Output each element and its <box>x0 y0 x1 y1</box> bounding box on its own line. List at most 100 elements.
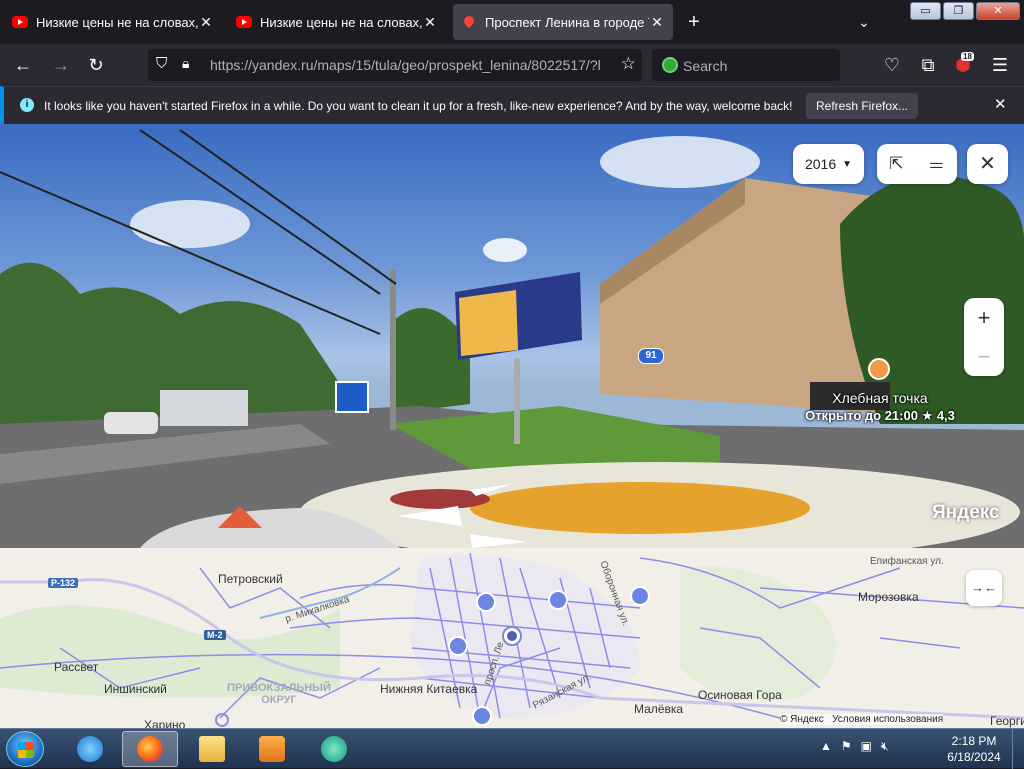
tab-title: Низкие цены не на словах, а н <box>36 14 198 30</box>
road-badge: 91 <box>638 348 664 364</box>
flag-icon[interactable]: ⚑ <box>841 739 852 754</box>
close-tab-icon[interactable]: ✕ <box>649 14 665 31</box>
tab-youtube-2[interactable]: Низкие цены не на словах, а н ✕ <box>228 4 446 40</box>
url-bar[interactable]: ⛉ 🔒︎ https://yandex.ru/maps/15/tula/geo/… <box>148 49 642 81</box>
close-window-button[interactable]: ✕ <box>976 2 1020 20</box>
search-engine-icon[interactable] <box>662 57 678 73</box>
tab-youtube-1[interactable]: Низкие цены не на словах, а н ✕ <box>4 4 222 40</box>
terms-link[interactable]: Условия использования <box>832 714 943 725</box>
list-all-tabs-button[interactable]: ⌄ <box>852 10 876 34</box>
cloud <box>130 200 250 248</box>
map-label-petrovsky: Петровский <box>218 572 283 586</box>
search-bar[interactable]: Search <box>652 49 840 81</box>
navigation-toolbar: ← → ↻ ⛉ 🔒︎ https://yandex.ru/maps/15/tul… <box>0 44 1024 86</box>
road-shield-m2: М-2 <box>204 630 226 640</box>
minimize-button[interactable]: ▭ <box>910 2 941 20</box>
menu-icon[interactable]: ☰ <box>987 52 1013 78</box>
cloud <box>483 238 527 262</box>
folder-icon <box>199 736 225 762</box>
panorama-actions: ⇱ ＝ <box>877 144 957 184</box>
street-panorama[interactable]: 2016 ▼ ⇱ ＝ ✕ + − 91 Хлебная точка Открыт… <box>0 124 1024 548</box>
close-tab-icon[interactable]: ✕ <box>422 14 438 31</box>
volume-muted-icon[interactable]: 🔇︎ <box>881 739 889 754</box>
info-icon: i <box>20 98 34 112</box>
mini-map[interactable]: Петровский Рассвет Иншинский Харино ПРИВ… <box>0 548 1024 728</box>
district-line-2: ОКРУГ <box>261 694 297 706</box>
billboard-pole <box>514 358 520 444</box>
map-label-morozovka: Морозовка <box>858 590 919 604</box>
poi-name[interactable]: Хлебная точка <box>800 390 960 406</box>
bus <box>160 390 248 426</box>
car <box>104 412 158 434</box>
pedestrian-sign <box>335 381 369 413</box>
system-clock[interactable]: 2:18 PM 6/18/2024 <box>944 733 1004 765</box>
start-button[interactable] <box>6 731 44 767</box>
windows-logo-icon <box>18 742 34 758</box>
tab-bar: Низкие цены не на словах, а н ✕ Низкие ц… <box>0 0 1024 44</box>
extensions-icon[interactable]: ⧉ <box>915 52 941 78</box>
flowers-orange <box>470 482 810 534</box>
copyright-text[interactable]: © Яндекс <box>780 714 824 725</box>
taskbar-explorer[interactable] <box>184 731 240 767</box>
close-tab-icon[interactable]: ✕ <box>198 14 214 31</box>
bakery-poi-icon[interactable] <box>868 358 890 380</box>
map-pin-icon[interactable] <box>548 590 568 610</box>
map-label-georgi: Георги <box>990 714 1024 728</box>
map-pin-icon[interactable] <box>448 636 468 656</box>
open-external-icon[interactable]: ⇱ <box>889 154 903 174</box>
map-label-district: ПРИВОКЗАЛЬНЫЙ ОКРУГ <box>226 682 332 706</box>
zoom-controls: + − <box>964 298 1004 376</box>
map-attribution: © Яндекс Условия использования <box>780 714 944 725</box>
close-notification-icon[interactable]: ✕ <box>994 95 1007 113</box>
map-pin-icon[interactable] <box>476 592 496 612</box>
map-label-epifanskaya: Епифанская ул. <box>870 556 944 567</box>
taskbar-app[interactable] <box>306 731 362 767</box>
notification-bar: i It looks like you haven't started Fire… <box>0 86 1024 124</box>
shield-icon[interactable]: ⛉ <box>156 55 167 72</box>
new-tab-button[interactable]: + <box>682 10 706 34</box>
close-panorama-button[interactable]: ✕ <box>967 144 1008 184</box>
poi-hours-rating[interactable]: Открыто до 21:00 ★ 4,3 <box>788 408 972 424</box>
zoom-out-button[interactable]: − <box>964 337 1004 376</box>
map-label-maleevka: Малёвка <box>634 702 684 716</box>
current-position-icon[interactable] <box>502 626 522 646</box>
bookmark-star-icon[interactable]: ☆ <box>621 54 636 74</box>
yandex-logo: Яндекс <box>932 502 1000 523</box>
map-pin-icon[interactable] <box>630 586 650 606</box>
tray-expand-icon[interactable]: ▲ <box>820 739 832 754</box>
pocket-icon[interactable]: ♡ <box>879 52 905 78</box>
forward-button[interactable]: → <box>48 52 74 78</box>
reload-button[interactable]: ↻ <box>83 52 109 78</box>
restore-button[interactable]: ❐ <box>943 2 974 20</box>
media-player-icon <box>259 736 285 762</box>
utility-pole <box>390 270 396 430</box>
district-line-1: ПРИВОКЗАЛЬНЫЙ <box>227 682 331 694</box>
menu-lines-icon[interactable]: ＝ <box>928 152 945 177</box>
windows-taskbar: ▲ ⚑ ▣ 🔇︎ 2:18 PM 6/18/2024 <box>0 728 1024 769</box>
zoom-in-button[interactable]: + <box>964 298 1004 337</box>
back-button[interactable]: ← <box>10 52 36 78</box>
refresh-firefox-button[interactable]: Refresh Firefox... <box>806 93 918 119</box>
taskbar-firefox[interactable] <box>122 731 178 767</box>
lock-icon[interactable]: 🔒︎ <box>182 55 189 72</box>
map-label-inshinsky: Иншинский <box>104 682 167 696</box>
tab-yandex-maps[interactable]: Проспект Ленина в городе Ту ✕ <box>453 4 673 40</box>
url-text[interactable]: https://yandex.ru/maps/15/tula/geo/prosp… <box>210 57 604 73</box>
tab-title: Низкие цены не на словах, а н <box>260 14 422 30</box>
map-pin-icon[interactable] <box>472 706 492 726</box>
caret-down-icon: ▼ <box>842 158 853 170</box>
app-icon <box>321 736 347 762</box>
tab-title: Проспект Ленина в городе Ту <box>485 14 649 30</box>
firefox-icon <box>137 736 163 762</box>
notification-message: It looks like you haven't started Firefo… <box>44 99 793 113</box>
year-value: 2016 <box>804 156 837 172</box>
taskbar-internet-explorer[interactable] <box>62 731 118 767</box>
taskbar-media-player[interactable] <box>244 731 300 767</box>
show-desktop-button[interactable] <box>1012 729 1024 769</box>
year-selector[interactable]: 2016 ▼ <box>793 144 864 184</box>
map-label-osinovaya: Осиновая Гора <box>698 688 782 702</box>
billboard-ad <box>459 290 518 356</box>
collapse-map-button[interactable]: →← <box>966 570 1002 606</box>
network-icon[interactable]: ▣ <box>861 739 872 754</box>
search-placeholder: Search <box>683 58 728 74</box>
